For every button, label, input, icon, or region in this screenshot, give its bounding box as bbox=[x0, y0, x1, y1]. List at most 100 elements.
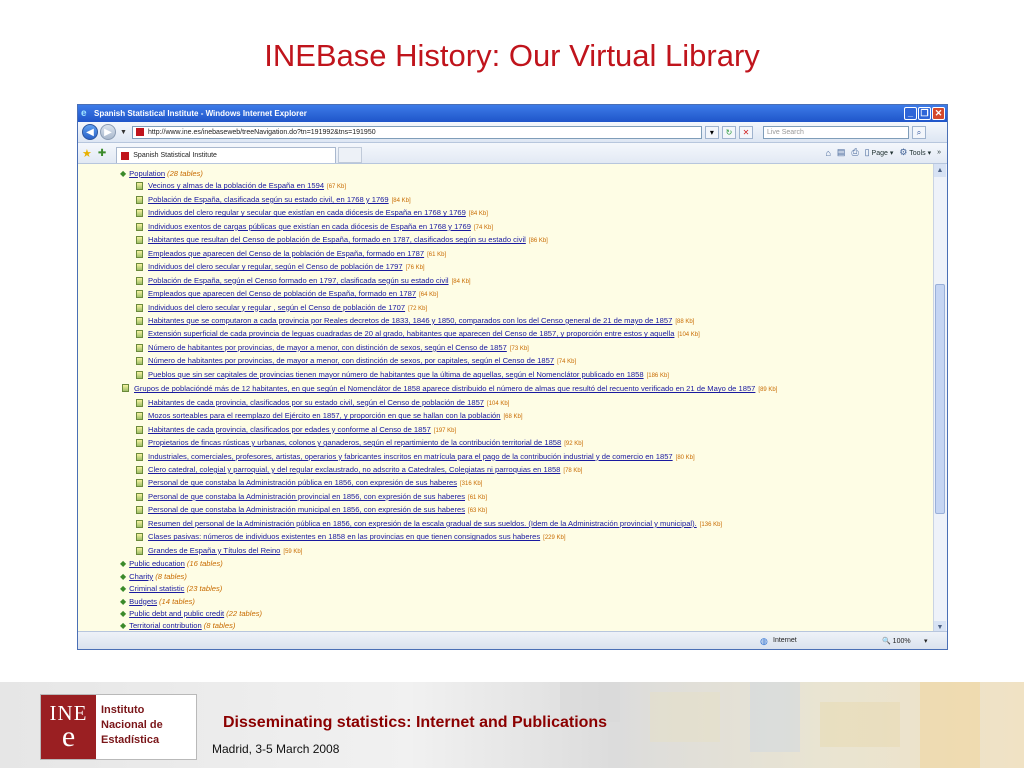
print-icon[interactable]: ⎙ bbox=[851, 147, 858, 158]
history-dropdown-icon[interactable]: ▼ bbox=[120, 129, 127, 136]
expand-icon[interactable]: ◆ bbox=[120, 609, 126, 618]
table-link[interactable]: Propietarios de fincas rústicas y urbana… bbox=[148, 438, 561, 447]
list-item[interactable]: Empleados que aparecen del Censo de pobl… bbox=[136, 288, 934, 301]
page-menu[interactable]: ▯ Page ▾ bbox=[865, 147, 894, 158]
feeds-icon[interactable]: ▤ bbox=[837, 147, 846, 158]
table-link[interactable]: Habitantes que resultan del Censo de pob… bbox=[148, 235, 526, 244]
table-link[interactable]: Habitantes de cada provincia, clasificad… bbox=[148, 425, 431, 434]
address-dropdown-icon[interactable]: ▾ bbox=[704, 125, 719, 139]
table-link[interactable]: Resumen del personal de la Administració… bbox=[148, 519, 697, 528]
table-link[interactable]: Extensión superficial de cada provincia … bbox=[148, 329, 674, 338]
list-item[interactable]: Habitantes que resultan del Censo de pob… bbox=[136, 234, 934, 247]
table-link[interactable]: Individuos del clero regular y secular q… bbox=[148, 208, 466, 217]
list-item[interactable]: Clero catedral, colegial y parroquial, y… bbox=[136, 464, 934, 477]
list-item[interactable]: Individuos exentos de cargas públicas qu… bbox=[136, 221, 934, 234]
tools-menu[interactable]: ⚙ Tools ▾ bbox=[899, 147, 931, 158]
search-icon[interactable]: ⌕ bbox=[911, 125, 926, 139]
window-titlebar[interactable]: e Spanish Statistical Institute - Window… bbox=[78, 105, 947, 122]
list-item[interactable]: Mozos sorteables para el reemplazo del E… bbox=[136, 410, 934, 423]
table-link[interactable]: Individuos del clero secular y regular, … bbox=[148, 262, 403, 271]
table-link[interactable]: Personal de que constaba la Administraci… bbox=[148, 478, 457, 487]
zoom-level[interactable]: 🔍 100% bbox=[882, 637, 911, 645]
table-link[interactable]: Grandes de España y Títulos del Reino bbox=[148, 546, 280, 555]
list-item[interactable]: Vecinos y almas de la población de Españ… bbox=[136, 180, 934, 193]
table-link[interactable]: Habitantes que se computaron a cada prov… bbox=[148, 316, 672, 325]
category-name[interactable]: Charity bbox=[129, 572, 153, 581]
expand-icon[interactable]: ◆ bbox=[120, 597, 126, 606]
tab-active[interactable]: Spanish Statistical Institute bbox=[116, 147, 337, 163]
list-item[interactable]: Personal de que constaba la Administraci… bbox=[136, 504, 934, 517]
expand-icon[interactable]: ◆ bbox=[120, 572, 126, 581]
list-item[interactable]: Individuos del clero secular y regular ,… bbox=[136, 302, 934, 315]
expand-icon[interactable]: ◆ bbox=[120, 559, 126, 568]
list-item[interactable]: Individuos del clero secular y regular, … bbox=[136, 261, 934, 274]
table-link[interactable]: Habitantes de cada provincia, clasificad… bbox=[148, 398, 484, 407]
category-name[interactable]: Budgets bbox=[129, 597, 157, 606]
table-link[interactable]: Clases pasivas: números de individuos ex… bbox=[148, 532, 540, 541]
close-icon[interactable]: ✕ bbox=[932, 107, 945, 120]
table-link[interactable]: Personal de que constaba la Administraci… bbox=[148, 492, 465, 501]
category-item[interactable]: ◆ Criminal statistic (23 tables) bbox=[120, 583, 934, 595]
maximize-icon[interactable]: ❐ bbox=[918, 107, 931, 120]
toolbar-overflow-icon[interactable]: » bbox=[937, 149, 941, 156]
zoom-dropdown-icon[interactable]: ▾ bbox=[924, 637, 928, 645]
expand-icon[interactable]: ◆ bbox=[120, 621, 126, 630]
table-link[interactable]: Empleados que aparecen del Censo de la p… bbox=[148, 249, 424, 258]
list-item[interactable]: Industriales, comerciales, profesores, a… bbox=[136, 451, 934, 464]
refresh-icon[interactable]: ↻ bbox=[721, 125, 736, 139]
table-link[interactable]: Pueblos que sin ser capitales de provinc… bbox=[148, 370, 644, 379]
list-item[interactable]: Extensión superficial de cada provincia … bbox=[136, 328, 934, 341]
list-item[interactable]: Número de habitantes por provincias, de … bbox=[136, 355, 934, 368]
table-link[interactable]: Individuos exentos de cargas públicas qu… bbox=[148, 222, 471, 231]
table-link[interactable]: Grupos de poblacióndé más de 12 habitant… bbox=[134, 384, 755, 393]
list-item[interactable]: Habitantes de cada provincia, clasificad… bbox=[136, 424, 934, 437]
table-link[interactable]: Población de España, según el Censo form… bbox=[148, 276, 449, 285]
category-item[interactable]: ◆ Public education (16 tables) bbox=[120, 558, 934, 570]
table-link[interactable]: Número de habitantes por provincias, de … bbox=[148, 356, 554, 365]
category-name[interactable]: Territorial contribution bbox=[129, 621, 202, 630]
expand-icon[interactable]: ◆ bbox=[120, 169, 126, 178]
stop-icon[interactable]: ✕ bbox=[738, 125, 753, 139]
search-input[interactable]: Live Search bbox=[762, 125, 909, 139]
category-item[interactable]: ◆ Charity (8 tables) bbox=[120, 571, 934, 583]
category-name[interactable]: Population bbox=[129, 169, 165, 178]
vertical-scrollbar[interactable]: ▲ ▼ bbox=[933, 164, 947, 634]
category-name[interactable]: Criminal statistic bbox=[129, 584, 184, 593]
table-link[interactable]: Número de habitantes por provincias, de … bbox=[148, 343, 507, 352]
add-favorite-icon[interactable]: ✚ bbox=[98, 148, 106, 159]
back-button[interactable]: ◀ bbox=[82, 124, 98, 140]
list-item[interactable]: Propietarios de fincas rústicas y urbana… bbox=[136, 437, 934, 450]
table-link[interactable]: Empleados que aparecen del Censo de pobl… bbox=[148, 289, 416, 298]
expand-icon[interactable]: ◆ bbox=[120, 584, 126, 593]
list-item[interactable]: Personal de que constaba la Administraci… bbox=[136, 491, 934, 504]
list-item[interactable]: Población de España, clasificada según s… bbox=[136, 194, 934, 207]
forward-button[interactable]: ▶ bbox=[100, 124, 116, 140]
table-link[interactable]: Industriales, comerciales, profesores, a… bbox=[148, 452, 673, 461]
home-icon[interactable]: ⌂ bbox=[825, 148, 830, 158]
table-link[interactable]: Vecinos y almas de la población de Españ… bbox=[148, 181, 324, 190]
scrollbar-thumb[interactable] bbox=[935, 284, 945, 514]
list-item[interactable]: Empleados que aparecen del Censo de la p… bbox=[136, 248, 934, 261]
list-item[interactable]: Clases pasivas: números de individuos ex… bbox=[136, 531, 934, 544]
list-item[interactable]: Grandes de España y Títulos del Reino [59… bbox=[136, 545, 934, 558]
list-item[interactable]: Habitantes que se computaron a cada prov… bbox=[136, 315, 934, 328]
category-name[interactable]: Public education bbox=[129, 559, 185, 568]
table-link[interactable]: Personal de que constaba la Administraci… bbox=[148, 505, 465, 514]
list-item[interactable]: Número de habitantes por provincias, de … bbox=[136, 342, 934, 355]
minimize-icon[interactable]: _ bbox=[904, 107, 917, 120]
list-item[interactable]: Población de España, según el Censo form… bbox=[136, 275, 934, 288]
category-population[interactable]: ◆ Population (28 tables) bbox=[120, 168, 934, 180]
new-tab-button[interactable] bbox=[338, 147, 363, 163]
table-link[interactable]: Clero catedral, colegial y parroquial, y… bbox=[148, 465, 560, 474]
table-link[interactable]: Población de España, clasificada según s… bbox=[148, 195, 389, 204]
list-item[interactable]: Pueblos que sin ser capitales de provinc… bbox=[136, 369, 934, 382]
table-link[interactable]: Mozos sorteables para el reemplazo del E… bbox=[148, 411, 500, 420]
category-item[interactable]: ◆ Public debt and public credit (22 tables… bbox=[120, 608, 934, 620]
scroll-up-icon[interactable]: ▲ bbox=[934, 164, 946, 177]
favorites-star-icon[interactable]: ★ bbox=[82, 147, 92, 160]
category-item[interactable]: ◆ Budgets (14 tables) bbox=[120, 596, 934, 608]
list-item[interactable]: Resumen del personal de la Administració… bbox=[136, 518, 934, 531]
list-item[interactable]: Individuos del clero regular y secular q… bbox=[136, 207, 934, 220]
list-item[interactable]: Grupos de poblacióndé más de 12 habitant… bbox=[122, 382, 912, 396]
address-input[interactable]: http://www.ine.es/inebaseweb/treeNavigat… bbox=[131, 125, 702, 139]
